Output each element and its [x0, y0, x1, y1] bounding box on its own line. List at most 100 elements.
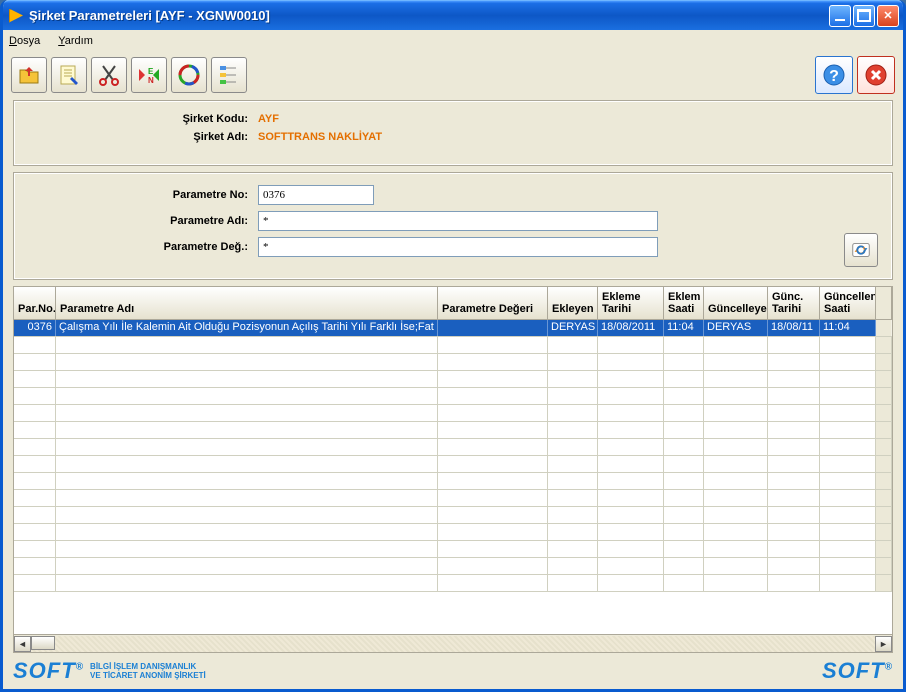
notes-button[interactable]	[51, 57, 87, 93]
param-no-input[interactable]	[258, 185, 374, 205]
table-row[interactable]	[14, 388, 892, 405]
cell-name	[56, 405, 438, 421]
cell-gsaat	[820, 388, 876, 404]
refresh-button[interactable]	[844, 233, 878, 267]
titlebar: Şirket Parametreleri [AYF - XGNW0010]	[3, 0, 903, 30]
cell-esaat	[664, 473, 704, 489]
cell-gsaat	[820, 405, 876, 421]
col-value[interactable]: Parametre Değeri	[438, 287, 548, 319]
language-button[interactable]: EN	[131, 57, 167, 93]
tree-button[interactable]	[211, 57, 247, 93]
cell-val	[438, 507, 548, 523]
cell-esaat	[664, 490, 704, 506]
cell-esaat	[664, 558, 704, 574]
cell-name	[56, 422, 438, 438]
recycle-button[interactable]	[171, 57, 207, 93]
cell-esaat	[664, 388, 704, 404]
cut-button[interactable]	[91, 57, 127, 93]
table-row[interactable]: 0376Çalışma Yılı İle Kalemin Ait Olduğu …	[14, 320, 892, 337]
cell-esaat	[664, 354, 704, 370]
table-row[interactable]	[14, 354, 892, 371]
cell-name	[56, 371, 438, 387]
scroll-left-button[interactable]: ◄	[14, 636, 31, 652]
col-gunc[interactable]: Güncelleyen	[704, 287, 768, 319]
table-row[interactable]	[14, 371, 892, 388]
cell-gtarih	[768, 388, 820, 404]
menu-file[interactable]: Dosya	[9, 35, 40, 47]
scroll-track[interactable]	[31, 636, 875, 652]
scroll-right-button[interactable]: ►	[875, 636, 892, 652]
cell-etarih	[598, 405, 664, 421]
col-esaat[interactable]: Eklem Saati	[664, 287, 704, 319]
app-icon	[9, 9, 23, 23]
cell-esaat	[664, 439, 704, 455]
parameters-grid[interactable]: Par.No. Parametre Adı Parametre Değeri E…	[13, 286, 893, 635]
cell-gtarih	[768, 575, 820, 591]
grid-hscrollbar[interactable]: ◄ ►	[13, 635, 893, 653]
cell-ekleyen	[548, 388, 598, 404]
cell-esaat	[664, 575, 704, 591]
company-name-value[interactable]: SOFTTRANS NAKLİYAT	[258, 131, 382, 143]
param-value-input[interactable]	[258, 237, 658, 257]
menu-help[interactable]: Yardım	[58, 35, 93, 47]
cell-parno: 0376	[14, 320, 56, 336]
cell-parno	[14, 490, 56, 506]
table-row[interactable]	[14, 558, 892, 575]
cell-val	[438, 541, 548, 557]
grid-area: Par.No. Parametre Adı Parametre Değeri E…	[3, 286, 903, 653]
cell-esaat	[664, 541, 704, 557]
close-button[interactable]	[877, 5, 899, 27]
cell-gsaat	[820, 524, 876, 540]
cell-gunc	[704, 439, 768, 455]
table-row[interactable]	[14, 439, 892, 456]
cell-etarih	[598, 575, 664, 591]
cell-esaat	[664, 422, 704, 438]
grid-header: Par.No. Parametre Adı Parametre Değeri E…	[14, 287, 892, 320]
table-row[interactable]	[14, 524, 892, 541]
cell-gtarih	[768, 507, 820, 523]
cell-etarih	[598, 354, 664, 370]
exit-button[interactable]	[857, 56, 895, 94]
cell-val	[438, 405, 548, 421]
cell-val	[438, 558, 548, 574]
table-row[interactable]	[14, 507, 892, 524]
minimize-button[interactable]	[829, 5, 851, 27]
footer: SOFT® BİLGİ İŞLEM DANIŞMANLIK VE TİCARET…	[3, 653, 903, 689]
cell-val	[438, 422, 548, 438]
cell-gunc	[704, 524, 768, 540]
table-row[interactable]	[14, 422, 892, 439]
company-code-value[interactable]: AYF	[258, 113, 279, 125]
col-etarih[interactable]: Ekleme Tarihi	[598, 287, 664, 319]
cell-gtarih: 18/08/11	[768, 320, 820, 336]
maximize-button[interactable]	[853, 5, 875, 27]
help-button[interactable]: ?	[815, 56, 853, 94]
col-name[interactable]: Parametre Adı	[56, 287, 438, 319]
cell-etarih	[598, 541, 664, 557]
table-row[interactable]	[14, 541, 892, 558]
cell-parno	[14, 422, 56, 438]
col-gsaat[interactable]: Güncellen Saati	[820, 287, 876, 319]
table-row[interactable]	[14, 405, 892, 422]
table-row[interactable]	[14, 337, 892, 354]
cell-gunc	[704, 558, 768, 574]
cell-gsaat: 11:04	[820, 320, 876, 336]
cell-gtarih	[768, 405, 820, 421]
cell-gtarih	[768, 524, 820, 540]
scroll-thumb[interactable]	[31, 636, 55, 650]
open-button[interactable]	[11, 57, 47, 93]
table-row[interactable]	[14, 575, 892, 592]
cell-etarih	[598, 558, 664, 574]
col-gtarih[interactable]: Günc. Tarihi	[768, 287, 820, 319]
cell-gsaat	[820, 354, 876, 370]
cell-esaat	[664, 405, 704, 421]
cell-parno	[14, 388, 56, 404]
col-ekleyen[interactable]: Ekleyen	[548, 287, 598, 319]
cell-esaat: 11:04	[664, 320, 704, 336]
param-name-input[interactable]	[258, 211, 658, 231]
table-row[interactable]	[14, 456, 892, 473]
cell-ekleyen	[548, 575, 598, 591]
col-parno[interactable]: Par.No.	[14, 287, 56, 319]
table-row[interactable]	[14, 490, 892, 507]
cell-ekleyen	[548, 354, 598, 370]
table-row[interactable]	[14, 473, 892, 490]
